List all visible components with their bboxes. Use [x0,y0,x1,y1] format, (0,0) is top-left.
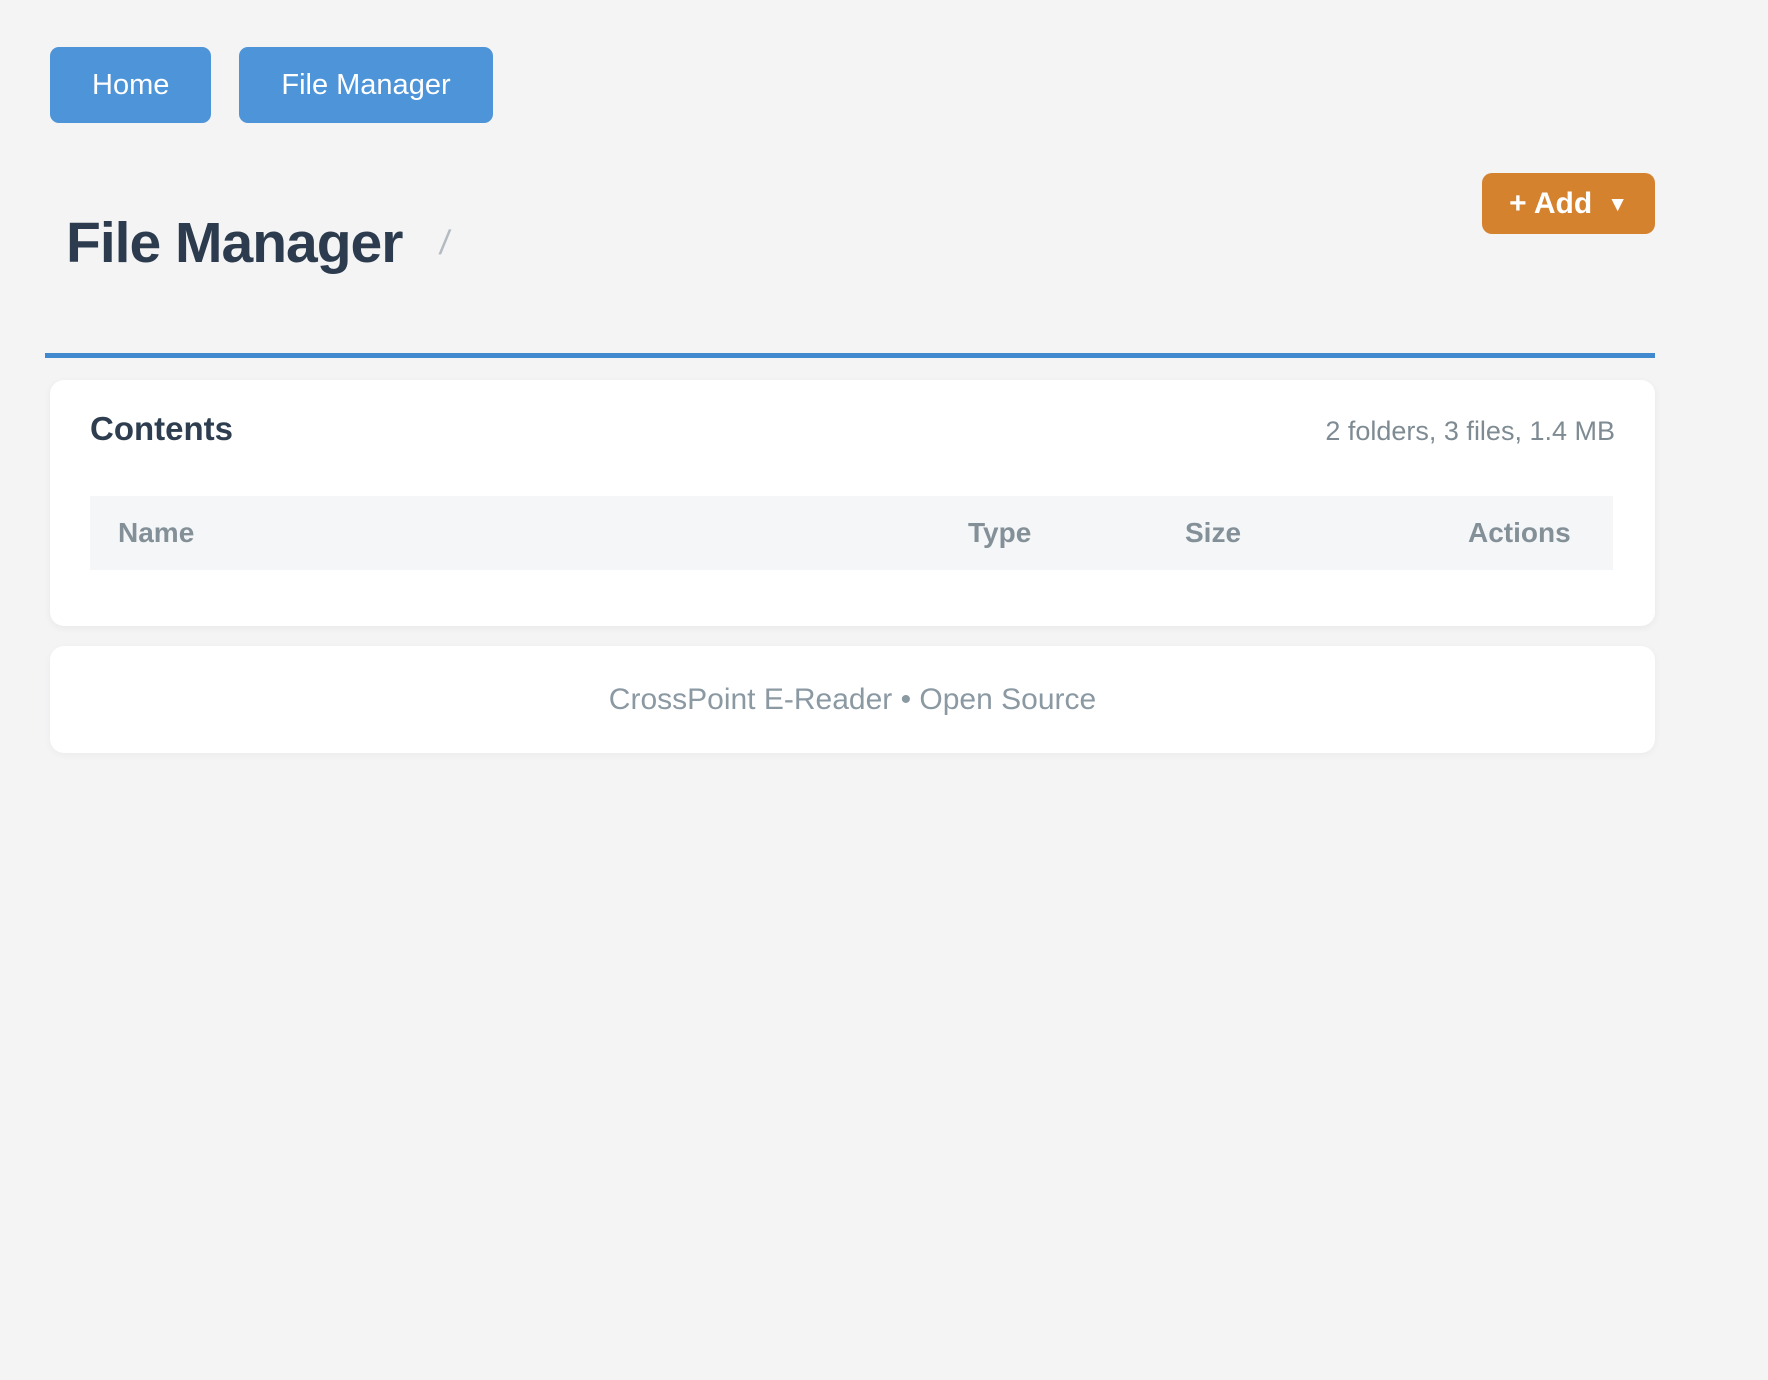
top-nav: Home File Manager [50,47,1655,123]
file-manager-nav-button[interactable]: File Manager [239,47,492,123]
add-button[interactable]: + Add ▼ [1482,173,1655,234]
page-header: File Manager / + Add ▼ [50,173,1655,295]
page-title: File Manager [66,215,402,272]
column-header-name: Name [90,517,968,549]
page: Home File Manager File Manager / + Add ▼… [0,0,1655,753]
column-header-actions: Actions [1468,517,1613,549]
footer: CrossPoint E-Reader • Open Source [50,646,1655,753]
breadcrumb-separator: / [438,224,453,263]
chevron-down-icon: ▼ [1607,193,1628,217]
column-header-size: Size [1185,517,1468,549]
contents-summary: 2 folders, 3 files, 1.4 MB [1325,416,1615,447]
add-button-label: + Add [1509,187,1592,221]
contents-heading: Contents [90,410,233,448]
home-nav-button[interactable]: Home [50,47,211,123]
column-header-type: Type [968,517,1185,549]
table-header-row: Name Type Size Actions [90,496,1613,570]
title-divider [45,353,1655,358]
contents-panel: Contents 2 folders, 3 files, 1.4 MB Name… [50,380,1655,626]
file-table: Name Type Size Actions [90,496,1613,570]
footer-text: CrossPoint E-Reader • Open Source [609,683,1096,717]
